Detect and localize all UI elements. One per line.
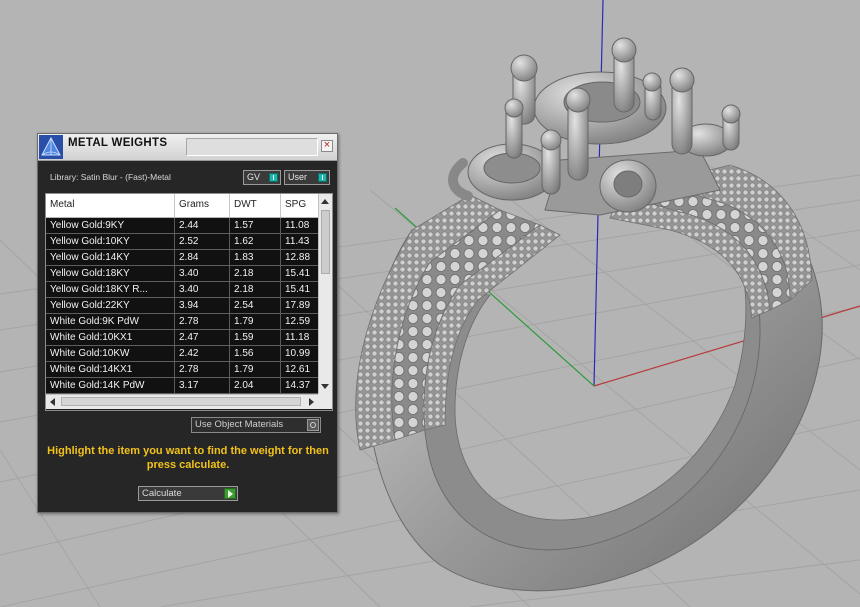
table-row[interactable]: Yellow Gold:18KY R... 3.40 2.18 15.41 xyxy=(46,282,318,298)
cell-grams: 2.42 xyxy=(175,346,230,361)
cell-metal: Yellow Gold:14KY xyxy=(46,250,175,265)
cell-dwt: 1.79 xyxy=(230,314,281,329)
panel-title: METAL WEIGHTS xyxy=(68,137,168,149)
vertical-scroll-thumb[interactable] xyxy=(321,210,330,274)
use-object-materials-button[interactable]: Use Object Materials xyxy=(191,417,321,433)
cell-spg: 14.37 xyxy=(285,380,311,391)
table-row[interactable]: Yellow Gold:10KY 2.52 1.62 11.43 xyxy=(46,234,318,250)
instruction-text: Highlight the item you want to find the … xyxy=(47,445,329,471)
cell-grams: 3.17 xyxy=(175,378,230,393)
cell-grams: 2.44 xyxy=(175,218,230,233)
cell-dwt: 1.62 xyxy=(230,234,281,249)
table-row[interactable]: Yellow Gold:14KY 2.84 1.83 12.88 xyxy=(46,250,318,266)
table-row[interactable]: White Gold:9K PdW 2.78 1.79 12.59 xyxy=(46,314,318,330)
cell-spg: 15.41 xyxy=(285,284,311,295)
cell-metal: White Gold:9K PdW xyxy=(46,314,175,329)
cell-grams: 3.40 xyxy=(175,266,230,281)
calculate-button[interactable]: Calculate xyxy=(138,486,238,501)
cell-metal: White Gold:10KX1 xyxy=(46,330,175,345)
cell-grams: 3.94 xyxy=(175,298,230,313)
column-header-grams[interactable]: Grams xyxy=(175,194,230,217)
cell-dwt: 1.79 xyxy=(230,362,281,377)
cell-spg: 11.08 xyxy=(285,220,310,231)
circle-icon xyxy=(307,419,319,431)
table-row[interactable]: Yellow Gold:22KY 3.94 2.54 17.89 xyxy=(46,298,318,314)
cell-dwt: 2.04 xyxy=(230,378,281,393)
cell-dwt: 2.18 xyxy=(230,282,281,297)
library-label: Library: Satin Blur - (Fast)-Metal xyxy=(50,172,171,182)
cell-metal: White Gold:14K PdW xyxy=(46,378,175,393)
user-toggle-label: User xyxy=(288,172,308,182)
gv-toggle-label: GV xyxy=(247,172,261,182)
toggle-knob-icon xyxy=(269,173,278,182)
scroll-right-icon[interactable] xyxy=(309,398,314,406)
cell-spg: 12.88 xyxy=(285,252,311,263)
table-row[interactable]: White Gold:10KX1 2.47 1.59 11.18 xyxy=(46,330,318,346)
toggle-knob-icon xyxy=(318,173,327,182)
cell-metal: Yellow Gold:9KY xyxy=(46,218,175,233)
horizontal-scroll-thumb[interactable] xyxy=(61,397,301,406)
title-groove xyxy=(186,138,318,156)
cell-metal: Yellow Gold:22KY xyxy=(46,298,175,313)
cell-grams: 2.47 xyxy=(175,330,230,345)
cell-grams: 2.52 xyxy=(175,234,230,249)
vertical-scrollbar[interactable] xyxy=(318,194,332,394)
cell-dwt: 1.56 xyxy=(230,346,281,361)
cell-metal: Yellow Gold:10KY xyxy=(46,234,175,249)
cell-dwt: 2.18 xyxy=(230,266,281,281)
cell-dwt: 1.59 xyxy=(230,330,281,345)
cell-grams: 2.78 xyxy=(175,314,230,329)
table-row[interactable]: White Gold:14KX1 2.78 1.79 12.61 xyxy=(46,362,318,378)
metal-weights-table: Metal Grams DWT SPG Yellow Gold:9KY 2.44 1… xyxy=(45,193,333,411)
scroll-down-icon[interactable] xyxy=(321,384,329,389)
cell-spg: 11.43 xyxy=(285,236,310,247)
table-row[interactable]: Yellow Gold:9KY 2.44 1.57 11.08 xyxy=(46,218,318,234)
cell-spg: 10.99 xyxy=(285,348,311,359)
table-row[interactable]: Yellow Gold:18KY 3.40 2.18 15.41 xyxy=(46,266,318,282)
table-header: Metal Grams DWT SPG xyxy=(46,194,318,218)
panel-titlebar[interactable]: METAL WEIGHTS × xyxy=(38,134,337,161)
table-body: Yellow Gold:9KY 2.44 1.57 11.08 Yellow Gold… xyxy=(46,218,318,394)
calculate-label: Calculate xyxy=(142,488,182,499)
column-header-dwt[interactable]: DWT xyxy=(230,194,281,217)
cell-grams: 2.84 xyxy=(175,250,230,265)
table-row[interactable]: White Gold:14K PdW 3.17 2.04 14.37 xyxy=(46,378,318,394)
scroll-corner xyxy=(318,394,332,409)
use-object-materials-label: Use Object Materials xyxy=(195,419,284,430)
cell-metal: Yellow Gold:18KY R... xyxy=(46,282,175,297)
cell-metal: White Gold:14KX1 xyxy=(46,362,175,377)
cell-grams: 2.78 xyxy=(175,362,230,377)
gv-toggle[interactable]: GV xyxy=(243,170,281,185)
column-header-spg[interactable]: SPG xyxy=(281,194,318,217)
cell-grams: 3.40 xyxy=(175,282,230,297)
cell-spg: 12.61 xyxy=(285,364,311,375)
cell-dwt: 1.57 xyxy=(230,218,281,233)
metal-weights-panel: METAL WEIGHTS × Library: Satin Blur - (F… xyxy=(37,133,338,513)
column-header-metal[interactable]: Metal xyxy=(46,194,175,217)
cell-spg: 17.89 xyxy=(285,300,311,311)
cell-spg: 12.59 xyxy=(285,316,311,327)
cell-metal: White Gold:10KW xyxy=(46,346,175,361)
cell-spg: 11.18 xyxy=(285,332,310,343)
cell-metal: Yellow Gold:18KY xyxy=(46,266,175,281)
pyramid-logo-icon xyxy=(39,135,63,159)
cell-dwt: 1.83 xyxy=(230,250,281,265)
cell-dwt: 2.54 xyxy=(230,298,281,313)
close-icon[interactable]: × xyxy=(321,140,333,152)
user-toggle[interactable]: User xyxy=(284,170,330,185)
horizontal-scrollbar[interactable] xyxy=(46,394,318,409)
table-row[interactable]: White Gold:10KW 2.42 1.56 10.99 xyxy=(46,346,318,362)
play-arrow-icon xyxy=(224,488,236,499)
scroll-up-icon[interactable] xyxy=(321,199,329,204)
cell-spg: 15.41 xyxy=(285,268,311,279)
scroll-left-icon[interactable] xyxy=(50,398,55,406)
